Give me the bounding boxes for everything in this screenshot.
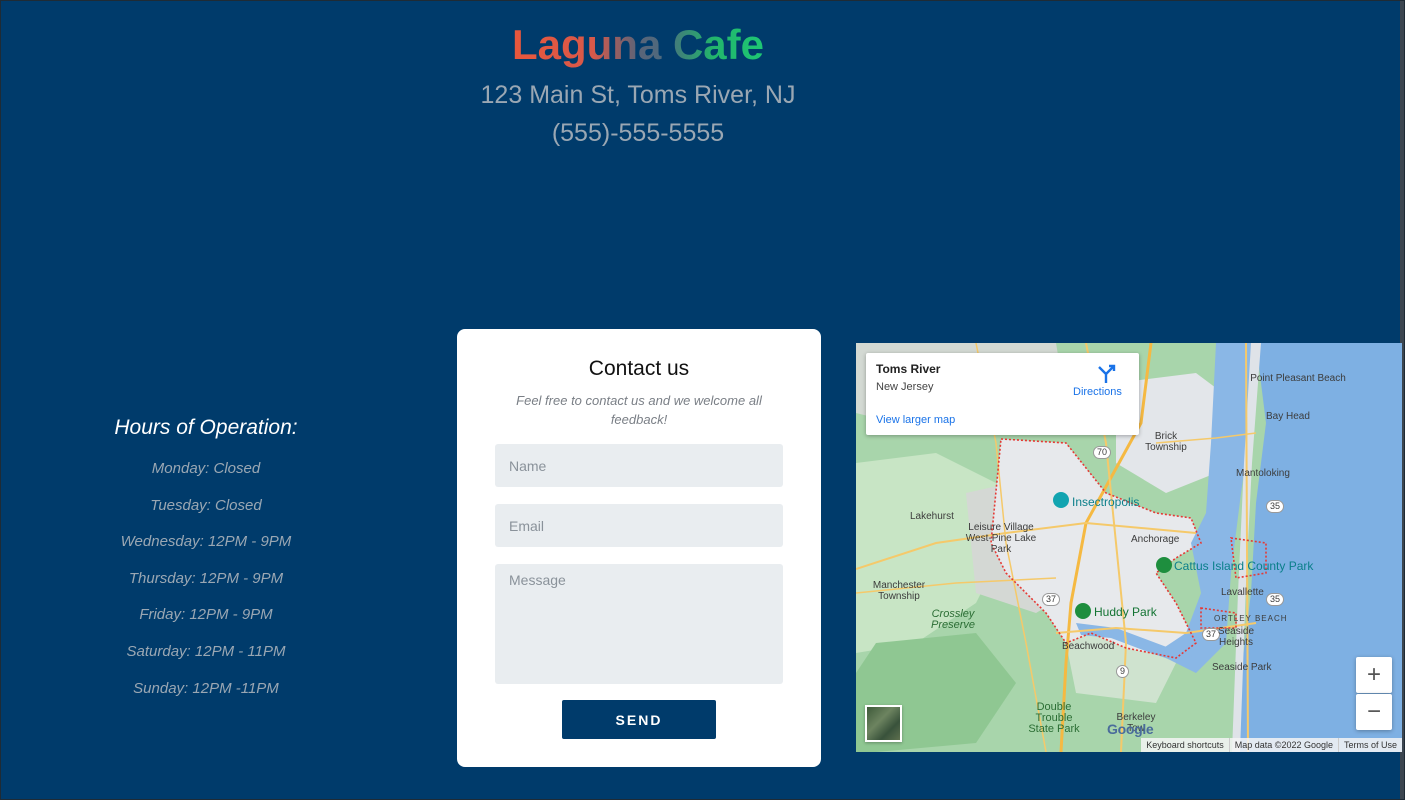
keyboard-shortcuts-link[interactable]: Keyboard shortcuts [1141, 738, 1229, 752]
view-larger-map-link[interactable]: View larger map [876, 414, 955, 426]
directions-icon[interactable] [1095, 363, 1117, 385]
hours-item-tuesday: Tuesday: Closed [150, 496, 262, 514]
google-logo-text: Google [1107, 721, 1154, 737]
route-70-label: 70 [1093, 446, 1112, 459]
contact-form: Contact us Feel free to contact us and w… [457, 329, 821, 767]
bay-head-label: Bay Head [1266, 411, 1310, 422]
map-attribution: Keyboard shortcuts Map data ©2022 Google… [1141, 738, 1402, 752]
hours-list: Monday: Closed Tuesday: Closed Wednesday… [61, 460, 351, 716]
cafe-title: Laguna Cafe [512, 19, 764, 71]
name-input[interactable] [495, 444, 783, 487]
lavallette-label: Lavallette [1221, 587, 1264, 598]
hours-item-thursday: Thursday: 12PM - 9PM [128, 569, 284, 587]
hours-item-wednesday: Wednesday: 12PM - 9PM [120, 533, 292, 551]
place-name: Toms River [876, 362, 941, 376]
send-button[interactable]: SEND [562, 700, 716, 739]
cattus-island-label: Cattus Island County Park [1174, 559, 1314, 573]
mantoloking-label: Mantoloking [1236, 468, 1290, 479]
contact-subtitle: Feel free to contact us and we welcome a… [516, 393, 762, 427]
zoom-out-button[interactable]: − [1356, 694, 1392, 730]
huddy-park-label: Huddy Park [1094, 605, 1157, 619]
crossley-preserve-label: Crossley Preserve [930, 608, 976, 631]
google-map[interactable]: 70 35 35 37 37 9 Point Pleasant Beach Ba… [856, 343, 1402, 752]
hours-item-monday: Monday: Closed [151, 460, 261, 477]
route-35-north-label: 35 [1266, 500, 1285, 513]
beachwood-label: Beachwood [1062, 641, 1115, 652]
route-35-south-label: 35 [1266, 593, 1285, 606]
hours-item-sunday: Sunday: 12PM -11PM [133, 679, 279, 697]
cafe-address: 123 Main St, Toms River, NJ [480, 81, 796, 109]
seaside-park-label: Seaside Park [1212, 662, 1272, 673]
anchorage-label: Anchorage [1131, 534, 1180, 545]
route-37-west-label: 37 [1042, 593, 1061, 606]
hours-of-operation: Hours of Operation: Monday: Closed Tuesd… [61, 413, 351, 716]
hours-item-saturday: Saturday: 12PM - 11PM [126, 642, 286, 660]
site-header: Laguna Cafe 123 Main St, Toms River, NJ … [438, 19, 838, 148]
brick-township-label: Brick Township [1145, 431, 1187, 453]
email-input[interactable] [495, 504, 783, 547]
ortley-beach-label: ORTLEY BEACH [1214, 614, 1288, 623]
place-info-card: Toms River New Jersey Directions View la… [866, 353, 1139, 435]
place-region: New Jersey [876, 381, 934, 393]
point-pleasant-beach-label: Point Pleasant Beach [1250, 373, 1346, 384]
leisure-village-label: Leisure Village West-Pine Lake Park [965, 522, 1037, 555]
hours-item-friday: Friday: 12PM - 9PM [139, 606, 273, 624]
map-data-label: Map data ©2022 Google [1228, 738, 1338, 752]
directions-link[interactable]: Directions [1073, 386, 1122, 398]
message-input[interactable] [495, 564, 783, 684]
insectropolis-label: Insectropolis [1072, 495, 1140, 509]
manchester-township-label: Manchester Township [872, 580, 926, 602]
hours-heading: Hours of Operation: [114, 416, 298, 439]
double-trouble-label: Double Trouble State Park [1028, 701, 1080, 735]
google-logo: Google [1107, 721, 1154, 737]
terms-of-use-link[interactable]: Terms of Use [1337, 738, 1402, 752]
satellite-toggle[interactable] [865, 705, 902, 742]
seaside-heights-label: Seaside Heights [1217, 626, 1255, 648]
cafe-phone: (555)-555-5555 [551, 119, 725, 147]
zoom-in-button[interactable]: + [1356, 657, 1392, 693]
contact-heading: Contact us [588, 357, 690, 380]
route-9-label: 9 [1116, 665, 1130, 678]
lakehurst-label: Lakehurst [910, 511, 954, 522]
